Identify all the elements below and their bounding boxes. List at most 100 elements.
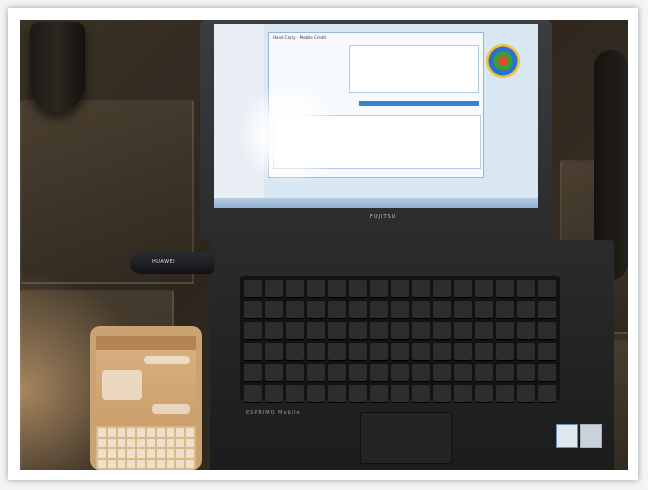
chat-bubble [144,356,190,364]
keyboard-key [475,385,493,403]
phone-key [117,459,126,468]
keyboard-key [349,343,367,361]
phone-key [147,428,155,437]
keyboard-key [307,301,325,319]
phone-key [166,428,175,437]
keyboard-key [496,343,514,361]
keyboard-key [475,364,493,382]
glass-jar [30,22,85,112]
keyboard-key [370,343,388,361]
keyboard-key [370,322,388,340]
keyboard-key [328,364,346,382]
modem-label: HUAWEI [152,259,176,265]
keyboard-key [391,343,409,361]
keyboard-key [349,364,367,382]
keyboard-key [391,280,409,298]
laptop-base: ESPRIMO Mobile [210,240,614,470]
keyboard-key [433,322,451,340]
keyboard-key [454,385,472,403]
phone-key [186,459,194,468]
phone-key [107,438,116,447]
keyboard-key [412,280,430,298]
phone-key [107,428,116,437]
keyboard-key [265,343,283,361]
phone-key [137,438,145,447]
keyboard-key [307,385,325,403]
keyboard-key [286,364,304,382]
keyboard-key [412,364,430,382]
keyboard-key [433,343,451,361]
phone-key [176,438,185,447]
keyboard-key [265,385,283,403]
keyboard-key [538,343,556,361]
keyboard-key [286,322,304,340]
phone-key [117,438,126,447]
keyboard-key [475,322,493,340]
phone-key [176,459,185,468]
taskbar [214,198,538,208]
keyboard-key [370,385,388,403]
keyboard-key [475,343,493,361]
keyboard-key [517,343,535,361]
keyboard-key [244,301,262,319]
keyboard-key [265,301,283,319]
keyboard-key [286,301,304,319]
phone-key [156,459,165,468]
laptop-keyboard [240,276,560,403]
phone-key [166,438,175,447]
phone-key [176,428,185,437]
phone-key [117,428,126,437]
keyboard-key [349,280,367,298]
keyboard-key [433,301,451,319]
phone-key [127,449,136,458]
keyboard-key [517,364,535,382]
phone-screen [96,336,196,470]
keyboard-key [328,280,346,298]
phone-key [176,449,185,458]
phone-key [137,449,145,458]
keyboard-key [307,280,325,298]
phone-key [98,449,106,458]
keyboard-key [265,280,283,298]
keyboard-key [244,385,262,403]
keyboard-key [412,385,430,403]
phone-key [127,459,136,468]
keyboard-key [496,364,514,382]
keyboard-key [538,322,556,340]
keyboard-key [454,280,472,298]
keyboard-key [370,280,388,298]
keyboard-key [328,301,346,319]
laptop-screen: Hand Carry - Mobile Credit [214,24,538,208]
phone-key [147,438,155,447]
windows-sticker [580,424,602,448]
keyboard-key [244,364,262,382]
keyboard-key [538,385,556,403]
base-brand: ESPRIMO Mobile [246,410,301,416]
keyboard-key [496,301,514,319]
keyboard-key [391,301,409,319]
phone-key [147,459,155,468]
keyboard-key [454,364,472,382]
keyboard-key [391,364,409,382]
phone-key [186,428,194,437]
keyboard-key [433,280,451,298]
keyboard-key [454,301,472,319]
smartphone [90,326,202,470]
keyboard-key [475,280,493,298]
keyboard-key [475,301,493,319]
phone-key [156,428,165,437]
keyboard-key [538,301,556,319]
keyboard-key [286,343,304,361]
keyboard-key [433,364,451,382]
keyboard-key [517,322,535,340]
keyboard-key [370,301,388,319]
keyboard-key [496,385,514,403]
keyboard-key [538,280,556,298]
lid-brand-strip: FUJITSU [200,212,552,228]
phone-key [166,459,175,468]
laptop-lid: Hand Carry - Mobile Credit FUJITSU [200,20,552,240]
phone-key [127,428,136,437]
touchpad [360,412,452,464]
phone-header [96,336,196,350]
keyboard-key [433,385,451,403]
